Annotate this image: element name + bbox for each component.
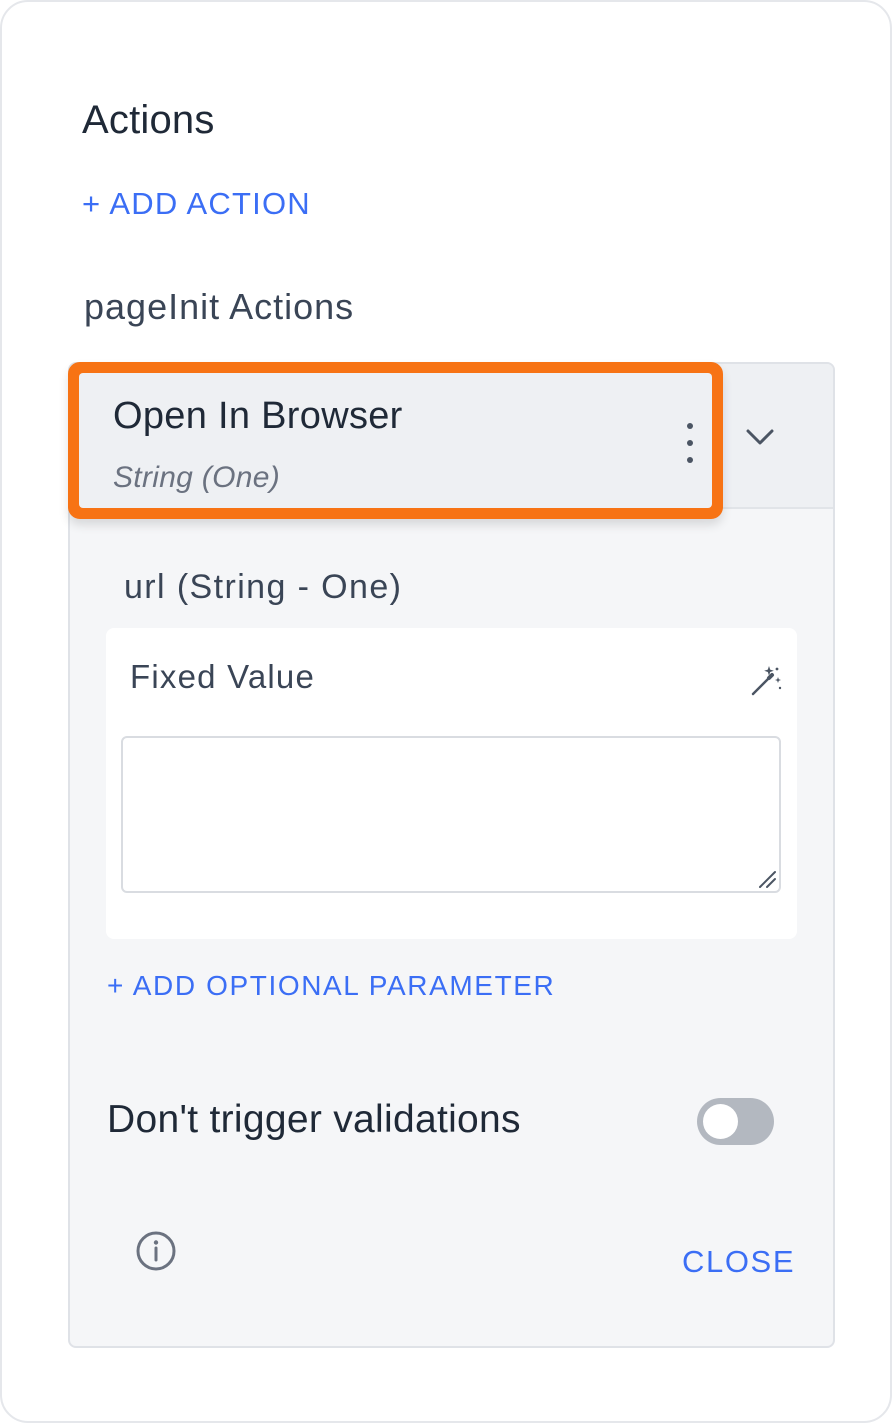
action-type: String (One) xyxy=(113,461,280,494)
page-init-actions-title: pageInit Actions xyxy=(84,286,355,327)
dont-trigger-validations-label: Don't trigger validations xyxy=(107,1098,521,1141)
resize-grip-icon[interactable] xyxy=(757,869,777,889)
magic-wand-icon[interactable] xyxy=(749,664,783,698)
fixed-value-box: Fixed Value xyxy=(106,628,797,939)
action-name: Open In Browser xyxy=(113,395,403,437)
url-value-input[interactable] xyxy=(121,736,781,893)
action-item-highlight: Open In Browser String (One) xyxy=(68,362,723,519)
add-action-button[interactable]: + ADD ACTION xyxy=(82,186,311,222)
kebab-menu-icon[interactable] xyxy=(682,423,698,463)
actions-title: Actions xyxy=(82,98,215,142)
add-optional-parameter-button[interactable]: + ADD OPTIONAL PARAMETER xyxy=(107,970,555,1002)
action-item-open-in-browser[interactable]: Open In Browser String (One) xyxy=(79,373,712,508)
info-icon[interactable] xyxy=(135,1230,177,1272)
url-parameter-label: url (String - One) xyxy=(124,568,403,606)
close-button[interactable]: CLOSE xyxy=(682,1244,795,1280)
fixed-value-label: Fixed Value xyxy=(130,658,316,695)
toggle-knob xyxy=(703,1104,738,1139)
dont-trigger-validations-toggle[interactable] xyxy=(697,1098,774,1145)
chevron-down-icon[interactable] xyxy=(743,420,777,454)
